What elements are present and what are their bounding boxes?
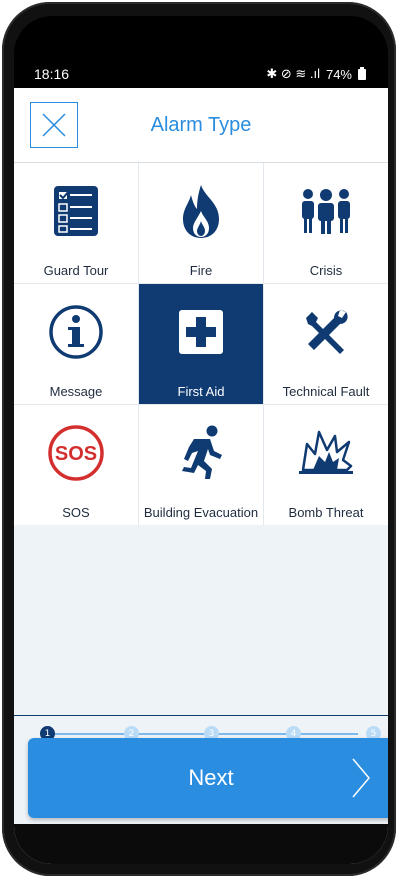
- first-aid-icon: [171, 302, 231, 362]
- progress-line: [46, 733, 358, 735]
- tile-sos[interactable]: SOS SOS: [14, 405, 138, 525]
- next-button[interactable]: Next: [28, 738, 388, 818]
- sos-icon: SOS: [46, 423, 106, 483]
- chevron-right-icon: [352, 758, 370, 798]
- tile-message[interactable]: Message: [14, 284, 138, 404]
- tile-crisis[interactable]: Crisis: [264, 163, 388, 283]
- tile-label: Message: [49, 384, 103, 399]
- tile-label: Crisis: [309, 263, 343, 278]
- tile-label: First Aid: [177, 384, 225, 399]
- status-connectivity-icons: ✱ ⊘ ≋ .ıl: [266, 66, 320, 81]
- tile-label: Technical Fault: [282, 384, 370, 399]
- next-button-label: Next: [188, 765, 234, 790]
- tools-icon: [296, 302, 356, 362]
- tile-guard-tour[interactable]: Guard Tour: [14, 163, 138, 283]
- phone-frame: 18:16 ✱ ⊘ ≋ .ıl 74% Alarm Type Guard Tou…: [2, 2, 396, 876]
- tile-label: Guard Tour: [43, 263, 109, 278]
- app-content: Alarm Type Guard Tour Fire Crisis Messag…: [14, 88, 388, 864]
- bottom-bezel: [14, 824, 388, 864]
- tile-fire[interactable]: Fire: [139, 163, 263, 283]
- tile-label: Bomb Threat: [288, 505, 364, 520]
- tile-label: Building Evacuation: [143, 505, 259, 520]
- status-time: 18:16: [34, 66, 70, 82]
- battery-icon: [358, 66, 366, 80]
- status-icons: ✱ ⊘ ≋ .ıl 74%: [266, 66, 366, 82]
- tile-label: Fire: [189, 263, 213, 278]
- tile-label: SOS: [62, 505, 90, 520]
- close-button[interactable]: [30, 102, 78, 148]
- tile-technical-fault[interactable]: Technical Fault: [264, 284, 388, 404]
- fire-icon: [171, 181, 231, 241]
- page-title: Alarm Type: [150, 113, 252, 136]
- status-bar: 18:16 ✱ ⊘ ≋ .ıl 74%: [14, 60, 388, 88]
- screen: 18:16 ✱ ⊘ ≋ .ıl 74% Alarm Type Guard Tou…: [14, 16, 388, 864]
- crowd-icon: [296, 181, 356, 241]
- alarm-type-grid: Guard Tour Fire Crisis Message First Aid…: [14, 163, 388, 525]
- checklist-icon: [46, 181, 106, 241]
- svg-text:SOS: SOS: [55, 443, 97, 465]
- explosion-icon: [296, 423, 356, 483]
- close-icon: [42, 113, 66, 137]
- info-icon: [46, 302, 106, 362]
- tile-building-evacuation[interactable]: Building Evacuation: [139, 405, 263, 525]
- header: Alarm Type: [14, 88, 388, 163]
- battery-percent: 74%: [325, 66, 352, 82]
- tile-bomb-threat[interactable]: Bomb Threat: [264, 405, 388, 525]
- tile-first-aid[interactable]: First Aid: [139, 284, 263, 404]
- running-person-icon: [171, 423, 231, 483]
